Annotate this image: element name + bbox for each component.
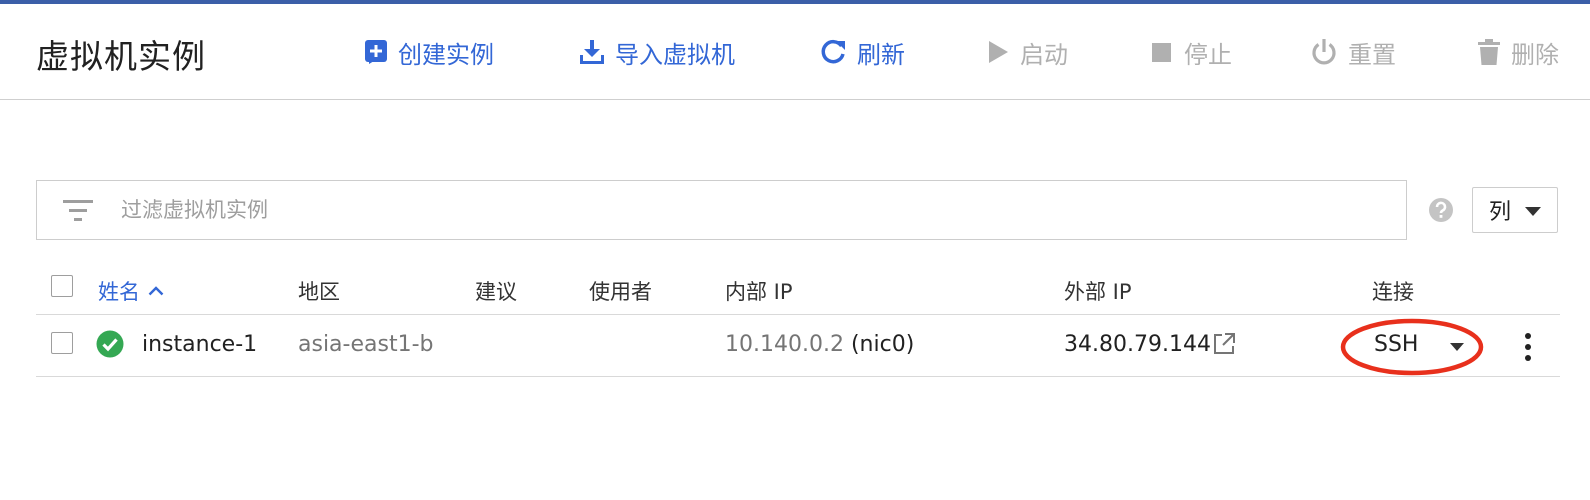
power-icon (1312, 39, 1336, 65)
column-header-name-label: 姓名 (98, 280, 140, 304)
stop-label: 停止 (1184, 40, 1232, 69)
column-header-recommendation[interactable]: 建议 (475, 276, 517, 306)
import-vm-button[interactable]: 导入虚拟机 (579, 34, 735, 70)
filter-list-icon (63, 200, 93, 221)
download-icon (580, 40, 604, 64)
start-label: 启动 (1020, 40, 1068, 69)
create-instance-button[interactable]: 创建实例 (364, 34, 494, 70)
internal-nic-link[interactable]: (nic0) (851, 332, 914, 357)
play-icon (989, 41, 1008, 63)
internal-ip-value: 10.140.0.2 (725, 332, 844, 357)
stop-button[interactable]: 停止 (1150, 34, 1232, 70)
filter-bar[interactable] (36, 180, 1407, 240)
page-title: 虚拟机实例 (36, 37, 206, 76)
filter-input[interactable] (121, 191, 1321, 229)
row-divider (36, 376, 1560, 377)
reset-button[interactable]: 重置 (1310, 34, 1396, 70)
instance-zone: asia-east1-b (298, 332, 434, 357)
select-all-checkbox[interactable] (51, 275, 73, 297)
delete-label: 删除 (1511, 40, 1559, 69)
import-vm-label: 导入虚拟机 (615, 40, 735, 69)
stop-icon (1152, 43, 1171, 62)
reset-label: 重置 (1348, 40, 1396, 69)
row-checkbox[interactable] (51, 332, 73, 354)
column-header-connect[interactable]: 连接 (1372, 276, 1414, 306)
help-icon[interactable] (1428, 197, 1454, 223)
create-instance-label: 创建实例 (398, 40, 494, 69)
add-box-icon (365, 40, 387, 64)
column-header-zone[interactable]: 地区 (298, 276, 340, 306)
caret-down-icon (1525, 207, 1541, 216)
check-circle-icon (96, 330, 124, 358)
trash-icon (1478, 39, 1500, 65)
refresh-label: 刷新 (857, 40, 905, 69)
instance-name-link[interactable]: instance-1 (142, 332, 257, 357)
column-header-internal-ip[interactable]: 内部 IP (725, 276, 793, 306)
ssh-highlight-annotation (1340, 318, 1484, 376)
column-header-name[interactable]: 姓名 (98, 276, 164, 306)
internal-ip-cell: 10.140.0.2 (nic0) (725, 332, 914, 357)
delete-button[interactable]: 删除 (1477, 34, 1559, 70)
column-header-external-ip[interactable]: 外部 IP (1064, 276, 1132, 306)
refresh-icon (821, 39, 845, 64)
open-in-new-icon[interactable] (1212, 332, 1236, 356)
columns-label: 列 (1489, 200, 1512, 225)
column-header-used-by[interactable]: 使用者 (589, 276, 652, 306)
more-vert-icon[interactable] (1516, 332, 1540, 362)
refresh-button[interactable]: 刷新 (819, 34, 905, 70)
header-divider (36, 314, 1560, 315)
external-ip-value: 34.80.79.144 (1064, 332, 1211, 357)
columns-dropdown[interactable]: 列 (1472, 187, 1558, 233)
page-header: 虚拟机实例 创建实例 导入虚拟机 刷新 启动 停止 重置 删除 (0, 4, 1590, 100)
sort-ascending-icon (148, 286, 164, 296)
start-button[interactable]: 启动 (986, 34, 1068, 70)
